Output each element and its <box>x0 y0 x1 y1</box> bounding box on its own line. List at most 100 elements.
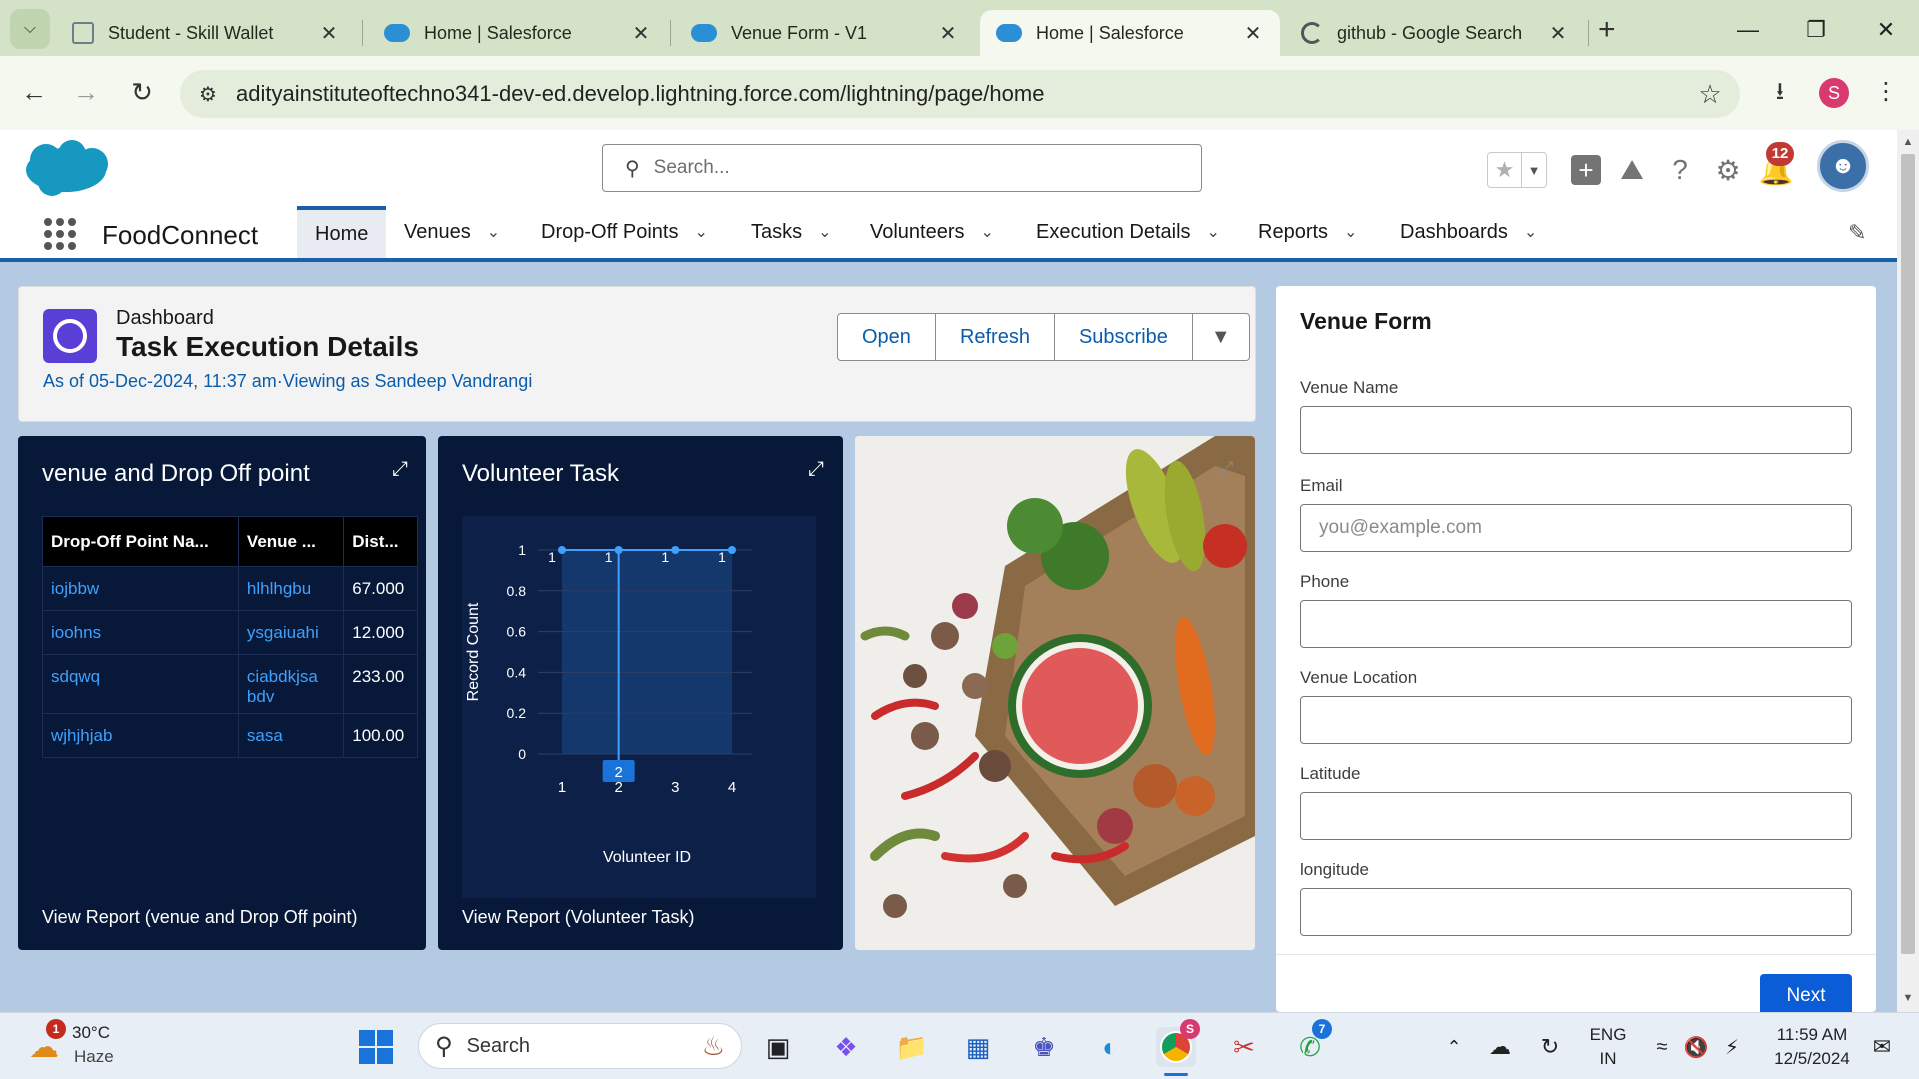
teams-icon[interactable]: ♚ <box>1024 1027 1064 1067</box>
tab-search-button[interactable]: ⌵ <box>10 9 50 49</box>
setup-gear-icon[interactable]: ⚙ <box>1708 150 1748 190</box>
close-icon[interactable]: ✕ <box>316 21 342 46</box>
url-text[interactable]: adityainstituteoftechno341-dev-ed.develo… <box>236 81 1680 107</box>
close-icon[interactable]: ✕ <box>1240 21 1266 46</box>
microsoft-store-icon[interactable]: ▦ <box>958 1027 998 1067</box>
expand-icon[interactable]: ⤢ <box>808 458 824 481</box>
nav-item-home[interactable]: Home <box>297 206 387 258</box>
site-info-icon[interactable]: ⚙ <box>180 82 236 107</box>
chevron-down-icon[interactable]: ⌄ <box>818 222 831 242</box>
windows-start-icon[interactable] <box>356 1027 396 1067</box>
bookmark-star-icon[interactable]: ☆ <box>1680 79 1740 110</box>
expand-icon[interactable]: ⤢ <box>1219 458 1233 479</box>
venue-location-field[interactable] <box>1300 696 1852 744</box>
browser-tab-active[interactable]: Home | Salesforce ✕ <box>980 10 1280 56</box>
window-close-icon[interactable]: ✕ <box>1858 10 1914 50</box>
language-region[interactable]: IN <box>1580 1047 1636 1071</box>
new-tab-plus-icon[interactable]: + <box>1598 10 1616 50</box>
venue-link[interactable]: hlhlhgbu <box>237 566 345 611</box>
venue-link[interactable]: ysgaiuahi <box>237 610 345 655</box>
language-code[interactable]: ENG <box>1580 1023 1636 1047</box>
notifications-bell-icon[interactable]: ✉ <box>1862 1027 1902 1067</box>
help-icon[interactable]: ? <box>1660 150 1700 190</box>
longitude-field[interactable] <box>1300 888 1852 936</box>
drop-off-point-link[interactable]: ioohns <box>42 610 239 655</box>
browser-tab[interactable]: Student - Skill Wallet ✕ <box>56 10 356 56</box>
browser-tab[interactable]: Home | Salesforce ✕ <box>368 10 668 56</box>
kebab-menu-icon[interactable]: ⋮ <box>1864 72 1908 112</box>
chevron-down-icon[interactable]: ⌄ <box>487 222 500 242</box>
nav-item-dashboards[interactable]: Dashboards ⌄ <box>1382 206 1555 258</box>
user-avatar[interactable]: ☻ <box>1817 140 1869 192</box>
drop-off-point-link[interactable]: sdqwq <box>42 654 239 714</box>
trailhead-icon[interactable]: ⛰ <box>1612 150 1652 190</box>
view-report-link[interactable]: View Report (venue and Drop Off point) <box>42 907 358 928</box>
weather-temperature[interactable]: 30°C <box>72 1021 110 1045</box>
venue-link[interactable]: ciabdkjsa bdv <box>237 654 345 714</box>
nav-item-execution-details[interactable]: Execution Details ⌄ <box>1018 206 1238 258</box>
global-actions-plus-icon[interactable]: + <box>1566 150 1606 190</box>
column-header[interactable]: Dist... <box>343 516 418 567</box>
scroll-thumb[interactable] <box>1901 154 1915 954</box>
copilot-icon[interactable]: ❖ <box>826 1027 866 1067</box>
browser-tab[interactable]: Venue Form - V1 ✕ <box>675 10 975 56</box>
taskbar-search-box[interactable]: ⚲ Search ♨ <box>418 1023 742 1069</box>
clock-time[interactable]: 11:59 AM <box>1764 1023 1860 1047</box>
browser-tab[interactable]: github - Google Search ✕ <box>1285 10 1585 56</box>
weather-description[interactable]: Haze <box>74 1045 114 1069</box>
close-icon[interactable]: ✕ <box>628 21 654 46</box>
star-icon[interactable]: ★ <box>1488 153 1522 187</box>
column-header[interactable]: Drop-Off Point Na... <box>42 516 239 567</box>
back-arrow-icon[interactable]: ← <box>14 72 54 112</box>
volunteer-task-chart[interactable]: 0 0.2 0.4 0.6 0.8 1 1 1 1 1 1 2 3 4 2 Volunteer ID Recor… <box>462 516 816 898</box>
minimize-icon[interactable]: — <box>1720 10 1776 50</box>
scroll-up-arrow-icon[interactable]: ▲ <box>1897 136 1919 148</box>
nav-item-drop-off-points[interactable]: Drop-Off Points ⌄ <box>523 206 726 258</box>
app-launcher-icon[interactable] <box>44 218 76 250</box>
battery-charging-icon[interactable]: ⚡ <box>1712 1027 1752 1067</box>
page-scrollbar[interactable]: ▲ ▼ <box>1897 130 1919 1012</box>
chevron-down-icon[interactable]: ⌄ <box>1524 222 1537 242</box>
onedrive-icon[interactable]: ☁ <box>1480 1027 1520 1067</box>
edge-icon[interactable]: ◐ <box>1090 1027 1130 1067</box>
venue-link[interactable]: sasa <box>237 713 345 758</box>
nav-item-reports[interactable]: Reports ⌄ <box>1240 206 1375 258</box>
phone-field[interactable] <box>1300 600 1852 648</box>
nav-item-volunteers[interactable]: Volunteers ⌄ <box>852 206 1012 258</box>
scroll-down-arrow-icon[interactable]: ▼ <box>1897 992 1919 1004</box>
clock-date[interactable]: 12/5/2024 <box>1764 1047 1860 1071</box>
chevron-down-icon[interactable]: ▼ <box>1522 153 1546 187</box>
address-bar[interactable]: ⚙ adityainstituteoftechno341-dev-ed.deve… <box>180 70 1740 118</box>
reload-icon[interactable]: ↻ <box>122 72 162 112</box>
venue-name-field[interactable] <box>1300 406 1852 454</box>
global-search-input[interactable]: ⚲ Search... <box>602 144 1202 192</box>
drop-off-point-link[interactable]: iojbbw <box>42 566 239 611</box>
column-header[interactable]: Venue ... <box>237 516 345 567</box>
chevron-down-icon[interactable]: ⌄ <box>981 222 994 242</box>
email-field[interactable]: you@example.com <box>1300 504 1852 552</box>
subscribe-button[interactable]: Subscribe <box>1055 314 1193 360</box>
snipping-tool-icon[interactable]: ✂ <box>1224 1027 1264 1067</box>
more-actions-dropdown-icon[interactable]: ▼ <box>1193 314 1249 360</box>
chevron-down-icon[interactable]: ⌄ <box>1207 222 1220 242</box>
refresh-button[interactable]: Refresh <box>936 314 1055 360</box>
forward-arrow-icon[interactable]: → <box>66 72 106 112</box>
task-view-icon[interactable]: ▣ <box>758 1027 798 1067</box>
chevron-down-icon[interactable]: ⌄ <box>694 222 707 242</box>
download-icon[interactable]: ⭳ <box>1758 72 1802 112</box>
close-icon[interactable]: ✕ <box>935 21 961 46</box>
chevron-down-icon[interactable]: ⌄ <box>1344 222 1357 242</box>
file-explorer-icon[interactable]: 📁 <box>892 1027 932 1067</box>
close-icon[interactable]: ✕ <box>1545 21 1571 46</box>
sync-icon[interactable]: ↻ <box>1530 1027 1570 1067</box>
open-button[interactable]: Open <box>838 314 936 360</box>
edit-nav-pencil-icon[interactable]: ✎ <box>1848 220 1866 246</box>
restore-icon[interactable]: ❐ <box>1788 10 1844 50</box>
expand-icon[interactable]: ⤢ <box>392 458 408 481</box>
drop-off-point-link[interactable]: wjhjhjab <box>42 713 239 758</box>
speaker-muted-icon[interactable]: 🔇 <box>1676 1027 1716 1067</box>
latitude-field[interactable] <box>1300 792 1852 840</box>
nav-item-venues[interactable]: Venues ⌄ <box>386 206 518 258</box>
profile-avatar[interactable]: S <box>1812 72 1856 112</box>
favorites-button-group[interactable]: ★ ▼ <box>1487 152 1547 188</box>
